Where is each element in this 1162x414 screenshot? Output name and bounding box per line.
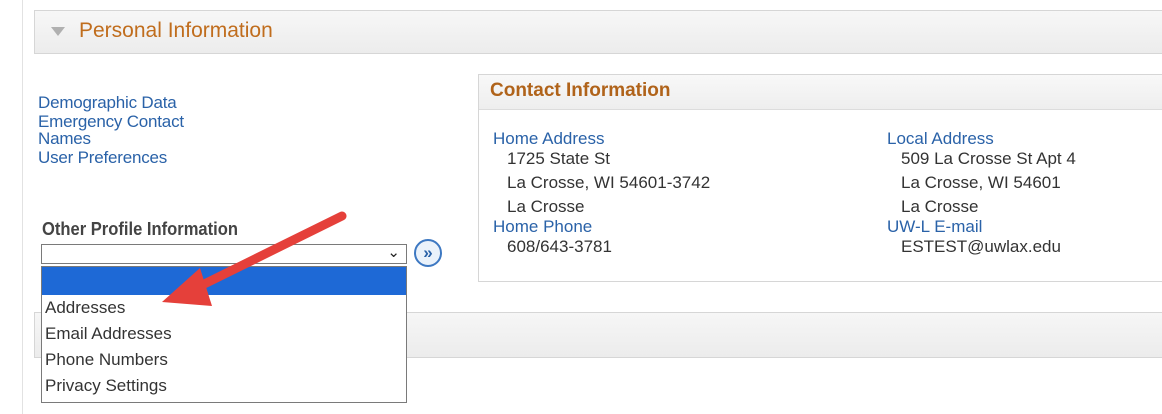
annotation-arrow-icon: [162, 211, 347, 306]
